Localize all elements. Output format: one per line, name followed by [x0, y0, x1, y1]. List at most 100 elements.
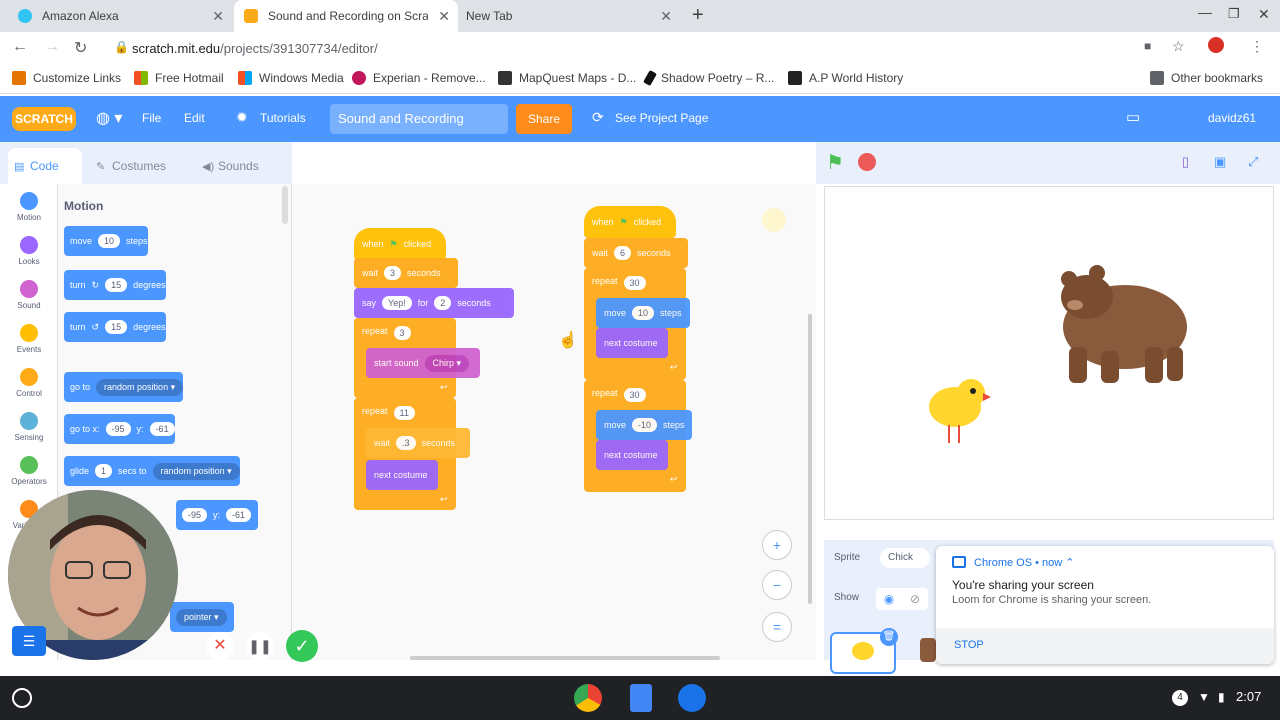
- category-motion[interactable]: Motion: [0, 192, 58, 222]
- bookmark-item[interactable]: Other bookmarks: [1150, 71, 1263, 85]
- star-icon[interactable]: ☆: [1172, 38, 1185, 55]
- stop-sign-icon[interactable]: [858, 153, 876, 171]
- turn-right-block[interactable]: turn ↻ 15 degrees: [64, 270, 166, 300]
- move-steps-block[interactable]: move -10 steps: [596, 410, 692, 440]
- when-flag-clicked-block[interactable]: when ⚑ clicked: [584, 206, 676, 238]
- start-sound-block[interactable]: start sound Chirp ▾: [366, 348, 480, 378]
- zoom-reset-icon[interactable]: =: [762, 612, 792, 642]
- forward-icon[interactable]: →: [44, 38, 60, 56]
- block-input[interactable]: 2: [434, 296, 452, 310]
- tab-code[interactable]: ▤ Code: [8, 148, 82, 184]
- scratch-logo[interactable]: SCRATCH: [12, 107, 76, 131]
- next-costume-block[interactable]: next costume: [596, 440, 668, 470]
- go-to-block[interactable]: go to random position ▾: [64, 372, 184, 402]
- turn-left-block[interactable]: turn ↺ 15 degrees: [64, 312, 166, 342]
- block-dropdown[interactable]: random position ▾: [152, 462, 240, 480]
- maximize-icon[interactable]: ❐: [1228, 6, 1240, 22]
- block-input[interactable]: 30: [623, 276, 646, 290]
- chrome-icon[interactable]: [574, 684, 602, 712]
- bear-thumbnail-icon[interactable]: [920, 638, 936, 662]
- point-towards-block[interactable]: pointer ▾: [170, 602, 234, 632]
- wait-seconds-block[interactable]: wait 6 seconds: [584, 238, 688, 268]
- say-for-seconds-block[interactable]: say Yep! for 2 seconds: [354, 288, 514, 318]
- more-menu-icon[interactable]: ⋮: [1250, 38, 1264, 55]
- see-project-page-button[interactable]: See Project Page: [615, 111, 708, 125]
- loom-menu-icon[interactable]: ☰: [12, 626, 46, 656]
- stage[interactable]: [824, 186, 1274, 520]
- category-looks[interactable]: Looks: [0, 236, 58, 266]
- move-steps-block[interactable]: move 10 steps: [64, 226, 148, 256]
- bear-sprite[interactable]: [1061, 265, 1187, 383]
- pause-recording-icon[interactable]: ❚❚: [246, 632, 274, 660]
- share-button[interactable]: Share: [516, 104, 572, 134]
- category-sound[interactable]: Sound: [0, 280, 58, 310]
- delete-sprite-icon[interactable]: 🗑: [880, 628, 898, 646]
- block-input[interactable]: 10: [98, 234, 121, 248]
- new-tab-icon[interactable]: +: [692, 4, 704, 27]
- messages-icon[interactable]: [678, 684, 706, 712]
- stop-sharing-button[interactable]: STOP: [954, 639, 984, 651]
- camera-icon[interactable]: ■: [1144, 39, 1151, 53]
- tab-sounds[interactable]: ◀) Sounds: [196, 148, 286, 184]
- tab-costumes[interactable]: ✎ Costumes: [90, 148, 188, 184]
- close-window-icon[interactable]: ✕: [1258, 6, 1270, 23]
- docs-icon[interactable]: [630, 684, 652, 712]
- wait-seconds-block[interactable]: wait 3 seconds: [354, 258, 458, 288]
- category-sensing[interactable]: Sensing: [0, 412, 58, 442]
- finish-recording-icon[interactable]: ✓: [286, 630, 318, 662]
- next-costume-block[interactable]: next costume: [596, 328, 668, 358]
- file-menu[interactable]: File: [142, 111, 161, 125]
- zoom-out-icon[interactable]: −: [762, 570, 792, 600]
- close-tab-icon[interactable]: ✕: [660, 8, 672, 25]
- when-flag-clicked-block[interactable]: when ⚑ clicked: [354, 228, 446, 260]
- go-to-xy-block[interactable]: go to x: -95 y: -61: [64, 414, 175, 444]
- globe-icon[interactable]: ◍ ▾: [96, 108, 122, 128]
- chick-sprite[interactable]: [929, 379, 991, 443]
- bookmark-item[interactable]: Free Hotmail: [134, 71, 224, 85]
- block-input[interactable]: 1: [95, 464, 113, 478]
- block-input[interactable]: 10: [632, 306, 655, 320]
- block-input[interactable]: -95: [182, 508, 208, 522]
- move-steps-block[interactable]: move 10 steps: [596, 298, 690, 328]
- username-menu[interactable]: davidz61: [1208, 111, 1256, 125]
- glide-xy-block[interactable]: -95 y: -61: [176, 500, 258, 530]
- block-input[interactable]: -95: [105, 422, 131, 436]
- block-dropdown[interactable]: Chirp ▾: [424, 354, 470, 372]
- address-bar[interactable]: 🔒 scratch.mit.edu/projects/391307734/edi…: [104, 36, 1274, 60]
- launcher-icon[interactable]: [12, 688, 32, 708]
- bookmark-item[interactable]: Windows Media: [238, 71, 344, 85]
- edit-menu[interactable]: Edit: [184, 111, 205, 125]
- vertical-scrollbar[interactable]: [808, 314, 812, 604]
- tab-scratch[interactable]: Sound and Recording on Scratch ✕: [234, 0, 458, 32]
- block-input[interactable]: 6: [614, 246, 632, 260]
- green-flag-icon[interactable]: ⚑: [826, 150, 844, 175]
- folder-icon[interactable]: ▭: [1126, 108, 1140, 126]
- block-input[interactable]: -61: [226, 508, 252, 522]
- extension-icon[interactable]: [1208, 37, 1224, 53]
- bookmark-item[interactable]: A.P World History: [788, 71, 903, 85]
- next-costume-block[interactable]: next costume: [366, 460, 438, 490]
- horizontal-scrollbar[interactable]: [410, 656, 720, 660]
- script-area[interactable]: when ⚑ clicked wait 3 seconds say Yep! for 2 sec…: [292, 184, 816, 660]
- tutorials-button[interactable]: Tutorials: [260, 111, 306, 125]
- bookmark-item[interactable]: Customize Links: [12, 71, 121, 85]
- wait-seconds-block[interactable]: wait .3 seconds: [366, 428, 470, 458]
- minimize-icon[interactable]: —: [1198, 4, 1212, 20]
- category-events[interactable]: Events: [0, 324, 58, 354]
- category-operators[interactable]: Operators: [0, 456, 58, 486]
- block-input[interactable]: 15: [105, 320, 128, 334]
- block-input[interactable]: 3: [393, 326, 411, 340]
- bookmark-item[interactable]: Experian - Remove...: [352, 71, 486, 85]
- project-title-input[interactable]: Sound and Recording: [330, 104, 508, 134]
- zoom-in-icon[interactable]: +: [762, 530, 792, 560]
- block-input[interactable]: -61: [149, 422, 175, 436]
- sprite-name-input[interactable]: Chick: [880, 548, 930, 568]
- block-input[interactable]: 30: [623, 388, 646, 402]
- notification-count-badge[interactable]: 4: [1172, 690, 1188, 706]
- block-dropdown[interactable]: random position ▾: [96, 378, 184, 396]
- block-input[interactable]: .3: [396, 436, 416, 450]
- more-options-icon[interactable]: ···: [172, 636, 188, 654]
- block-input[interactable]: 3: [384, 266, 402, 280]
- close-tab-icon[interactable]: ✕: [438, 8, 450, 25]
- hide-eye-icon[interactable]: ⊘: [902, 588, 928, 610]
